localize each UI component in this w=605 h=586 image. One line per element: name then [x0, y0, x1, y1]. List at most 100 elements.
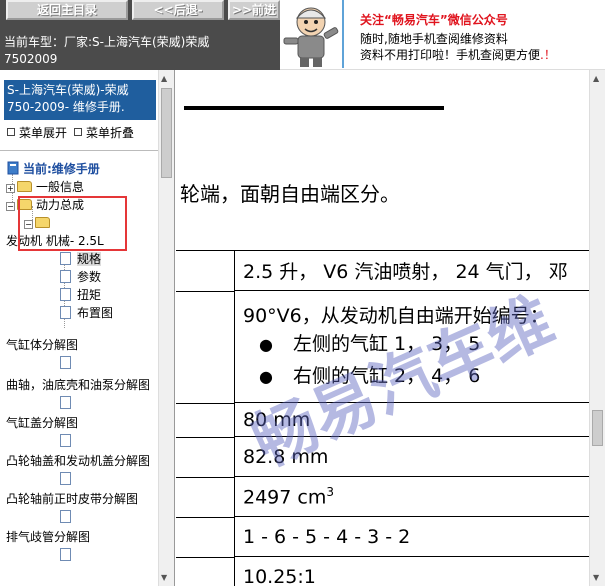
document-icon: [60, 288, 71, 301]
ad-line2: 随时,随地手机查阅维修资料: [360, 32, 508, 46]
tree-item-torque[interactable]: 扭矩: [60, 286, 101, 304]
document-icon: [60, 434, 71, 447]
tree-item-doc[interactable]: [60, 432, 77, 450]
table-cell: 1 - 6 - 5 - 4 - 3 - 2: [234, 516, 605, 557]
document-icon: [60, 356, 71, 369]
scroll-down-arrow-icon[interactable]: ▼: [161, 573, 167, 582]
menu-collapse-link[interactable]: 菜单折叠: [86, 126, 134, 140]
tree-item-crankshaft[interactable]: 曲轴，油底壳和油泵分解图: [6, 376, 150, 394]
left-scrollbar-thumb[interactable]: [161, 88, 172, 178]
ad-line3-main: 资料不用打印啦！手机查阅更方便: [360, 48, 541, 62]
current-model-line2: 7502009: [4, 52, 58, 66]
table-label-column: [176, 250, 234, 586]
tree-item-doc[interactable]: [60, 470, 77, 488]
document-icon: [60, 548, 71, 561]
mechanic-mascot-icon: [283, 7, 339, 67]
scroll-up-arrow-icon[interactable]: ▲: [593, 74, 599, 83]
tree-item-cylinder-head-cover[interactable]: 气缸盖分解图: [6, 414, 78, 432]
tree-item-general-info[interactable]: + 一般信息: [6, 178, 84, 196]
wechat-ad-banner[interactable]: 关注“畅易汽车”微信公众号 随时,随地手机查阅维修资料 资料不用打印啦！手机查阅…: [280, 0, 605, 70]
current-model-bar: 当前车型：厂家:S-上海汽车(荣威)荣威 7502009: [0, 28, 280, 70]
tree-item-camshaft-cover[interactable]: 凸轮轴盖和发动机盖分解图: [6, 452, 150, 470]
tree-item-label: 规格: [77, 252, 102, 266]
tree-item-layout[interactable]: 布置图: [60, 304, 113, 322]
collapse-minus-icon: −: [6, 202, 15, 211]
tree-item-label: 扭矩: [77, 288, 102, 302]
tree-item-label: 一般信息: [36, 180, 85, 194]
table-row: 1 - 6 - 5 - 4 - 3 - 2: [234, 516, 605, 557]
manual-content: 轮端，面朝自由端区分。 2.5 升， V6 汽油喷射， 24 气门， 邓 90°…: [176, 70, 605, 586]
ad-line3-accent: .！: [540, 48, 556, 62]
content-scrollbar-thumb[interactable]: [592, 410, 603, 446]
table-rule: [176, 517, 234, 518]
manual-tree: 当前:维修手册 + 一般信息 − 动力总成 − 发动机 机械- 2.5L 规格 参数…: [0, 154, 160, 586]
tree-item-label: 布置图: [77, 306, 114, 320]
tree-item-doc[interactable]: [60, 354, 77, 372]
menu-expand-link[interactable]: 菜单展开: [19, 126, 67, 140]
toolbar: 返回主目录 <<后退- >>前进: [0, 0, 280, 28]
tree-divider: [0, 150, 158, 151]
book-icon: [7, 161, 19, 175]
forward-button[interactable]: >>前进: [228, 0, 280, 20]
collapse-square-icon: [74, 128, 83, 136]
tree-item-params[interactable]: 参数: [60, 268, 101, 286]
tree-item-label: 曲轴，油底壳和油泵分解图: [6, 378, 151, 392]
table-rule: [176, 437, 234, 438]
tree-item-label: 排气歧管分解图: [6, 530, 91, 544]
tree-item-doc[interactable]: [60, 394, 77, 412]
document-icon: [60, 472, 71, 485]
tree-item-spec[interactable]: 规格: [60, 250, 102, 268]
table-cell: 2497 cm3: [234, 476, 605, 517]
document-icon: [60, 306, 71, 319]
left-scrollbar[interactable]: ▲ ▼: [158, 70, 174, 586]
table-rule: [176, 557, 234, 558]
displacement-unit-sup: 3: [326, 484, 334, 499]
table-cell: 10.25:1: [234, 556, 605, 586]
tree-item-label: 参数: [77, 270, 102, 284]
back-button-label: <<后退-: [153, 3, 203, 17]
tree-item-doc[interactable]: [60, 508, 77, 526]
home-button-label: 返回主目录: [36, 3, 97, 17]
document-icon: [60, 270, 71, 283]
ad-title: 关注“畅易汽车”微信公众号: [360, 13, 508, 27]
back-button[interactable]: <<后退-: [132, 0, 224, 20]
displacement-value: 2497 cm: [243, 486, 327, 509]
manual-title[interactable]: S-上海汽车(荣威)-荣威 750-2009- 维修手册.: [4, 80, 156, 120]
content-rule: [184, 106, 444, 110]
tree-item-label: 气缸盖分解图: [6, 416, 79, 430]
tree-current-label: 当前:维修手册: [23, 162, 100, 176]
tree-item-exhaust-manifold[interactable]: 排气歧管分解图: [6, 528, 90, 546]
home-button[interactable]: 返回主目录: [6, 0, 128, 20]
document-icon: [60, 510, 71, 523]
expand-square-icon: [7, 128, 15, 136]
bullet-icon: ●: [259, 335, 273, 354]
expand-plus-icon: +: [6, 184, 15, 193]
content-scrollbar[interactable]: ▲ ▼: [589, 70, 605, 586]
menu-ops: 菜单展开 菜单折叠: [6, 124, 134, 141]
tree-item-doc[interactable]: [60, 546, 77, 564]
tree-current-root[interactable]: 当前:维修手册: [6, 160, 100, 178]
tree-item-label: 凸轮轴前正时皮带分解图: [6, 492, 139, 506]
table-row: 2.5 升， V6 汽油喷射， 24 气门， 邓: [234, 250, 605, 291]
tree-item-timing-belt[interactable]: 凸轮轴前正时皮带分解图: [6, 490, 138, 508]
tree-item-label: 气缸体分解图: [6, 338, 79, 352]
table-rule: [176, 403, 234, 404]
document-icon: [60, 252, 71, 265]
current-model-line1: 当前车型：厂家:S-上海汽车(荣威)荣威: [4, 35, 210, 49]
ad-divider: [342, 0, 344, 68]
scroll-up-arrow-icon[interactable]: ▲: [161, 74, 167, 83]
manual-title-line1: S-上海汽车(荣威)-荣威: [7, 83, 129, 97]
scroll-down-arrow-icon[interactable]: ▼: [593, 573, 599, 582]
manual-title-line2: 750-2009- 维修手册.: [7, 100, 125, 114]
ad-line3: 资料不用打印啦！手机查阅更方便.！: [360, 46, 556, 63]
document-icon: [60, 396, 71, 409]
table-rule: [176, 291, 234, 292]
forward-button-label: >>前进: [231, 3, 277, 17]
tree-item-cylinder-block[interactable]: 气缸体分解图: [6, 336, 78, 354]
navigation-pane: S-上海汽车(荣威)-荣威 750-2009- 维修手册. 菜单展开 菜单折叠 当…: [0, 70, 175, 586]
tree-item-label: 凸轮轴盖和发动机盖分解图: [6, 454, 151, 468]
highlight-box: [18, 196, 127, 251]
table-row: 2497 cm3: [234, 476, 605, 517]
intro-text: 轮端，面朝自由端区分。: [180, 182, 400, 206]
table-cell: 2.5 升， V6 汽油喷射， 24 气门， 邓: [234, 250, 605, 291]
